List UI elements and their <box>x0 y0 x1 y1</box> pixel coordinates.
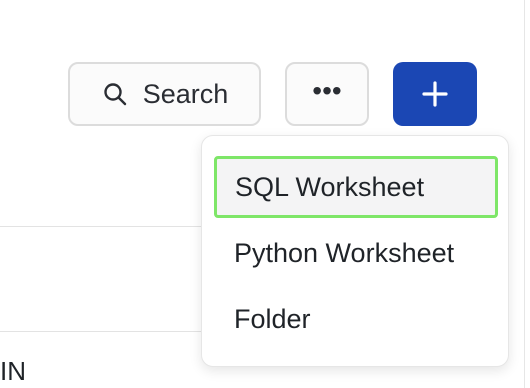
search-button[interactable]: Search <box>68 62 261 126</box>
list-divider <box>0 331 204 332</box>
search-button-label: Search <box>142 78 229 109</box>
page-right-border <box>524 0 525 388</box>
create-dropdown-menu: SQL Worksheet Python Worksheet Folder <box>201 135 509 367</box>
menu-item-folder[interactable]: Folder <box>214 288 498 350</box>
add-new-button[interactable] <box>393 62 477 126</box>
list-divider <box>0 226 204 227</box>
more-horizontal-icon: ••• <box>312 75 342 106</box>
search-icon <box>104 83 126 106</box>
plus-icon <box>422 81 448 107</box>
menu-item-sql-worksheet[interactable]: SQL Worksheet <box>214 156 498 218</box>
more-options-button[interactable]: ••• <box>285 62 369 126</box>
list-item-partial-text: IN <box>0 356 26 386</box>
menu-item-python-worksheet[interactable]: Python Worksheet <box>214 222 498 284</box>
